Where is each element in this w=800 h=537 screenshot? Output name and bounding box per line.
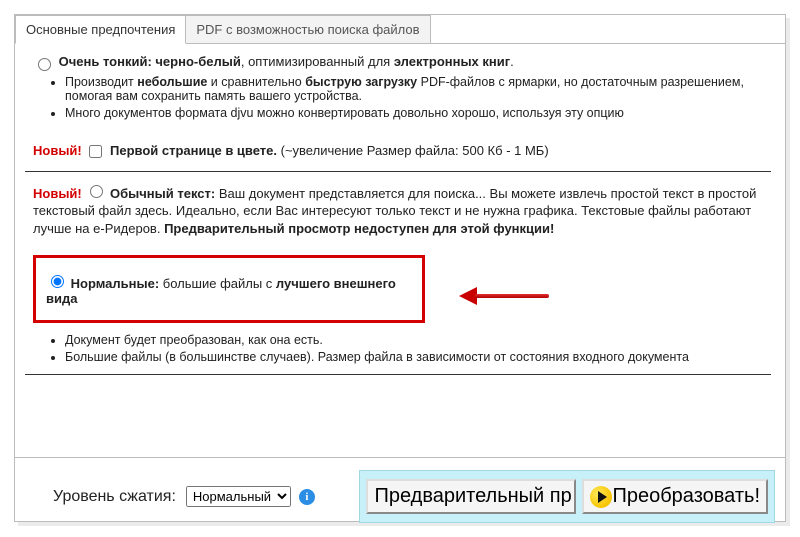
radio-very-thin[interactable] (38, 58, 51, 71)
radio-plain-text[interactable] (90, 185, 103, 198)
option-normal-wrap: Нормальные: большие файлы с лучшего внеш… (25, 255, 771, 323)
very-thin-bullets: Производит небольшие и сравнительно быст… (43, 75, 771, 120)
option-normal-highlight: Нормальные: большие файлы с лучшего внеш… (33, 255, 425, 323)
compression-select[interactable]: Нормальный (186, 486, 291, 507)
convert-button[interactable]: Преобразовать! (582, 479, 768, 514)
option-very-thin: Очень тонкий: черно-белый, оптимизирован… (33, 54, 771, 71)
annotation-arrow (455, 287, 551, 307)
new-badge: Новый! (33, 186, 82, 201)
radio-normal[interactable] (51, 275, 64, 288)
tab-basic-preferences[interactable]: Основные предпочтения (15, 15, 186, 44)
normal-bullets: Документ будет преобразован, как она ест… (43, 333, 771, 364)
action-button-area: Предварительный пр Преобразовать! (359, 470, 775, 523)
list-item: Документ будет преобразован, как она ест… (65, 333, 771, 347)
info-icon[interactable]: i (299, 489, 315, 505)
new-badge: Новый! (33, 143, 82, 158)
option-plain-text: Новый! Обычный текст: Ваш документ предс… (33, 182, 763, 238)
tab-list: Основные предпочтения PDF с возможностью… (15, 15, 785, 44)
divider (25, 374, 771, 375)
list-item: Большие файлы (в большинстве случаев). Р… (65, 350, 771, 364)
tab-pdf-searchable[interactable]: PDF с возможностью поиска файлов (185, 15, 430, 43)
checkbox-color-first-page[interactable] (89, 145, 102, 158)
list-item: Производит небольшие и сравнительно быст… (65, 75, 771, 103)
bottom-bar: Уровень сжатия: Нормальный i Предварител… (15, 457, 785, 535)
very-thin-title: Очень тонкий: черно-белый (59, 54, 241, 69)
list-item: Много документов формата djvu можно конв… (65, 106, 771, 120)
preview-button[interactable]: Предварительный пр (366, 479, 576, 514)
divider (25, 171, 771, 172)
settings-panel: Основные предпочтения PDF с возможностью… (14, 14, 786, 522)
compression-label: Уровень сжатия: (53, 488, 176, 506)
play-icon (590, 486, 612, 508)
option-color-first-page: Новый! Первой странице в цвете. (~увелич… (33, 142, 771, 161)
content-scroll[interactable]: Очень тонкий: черно-белый, оптимизирован… (15, 44, 785, 457)
